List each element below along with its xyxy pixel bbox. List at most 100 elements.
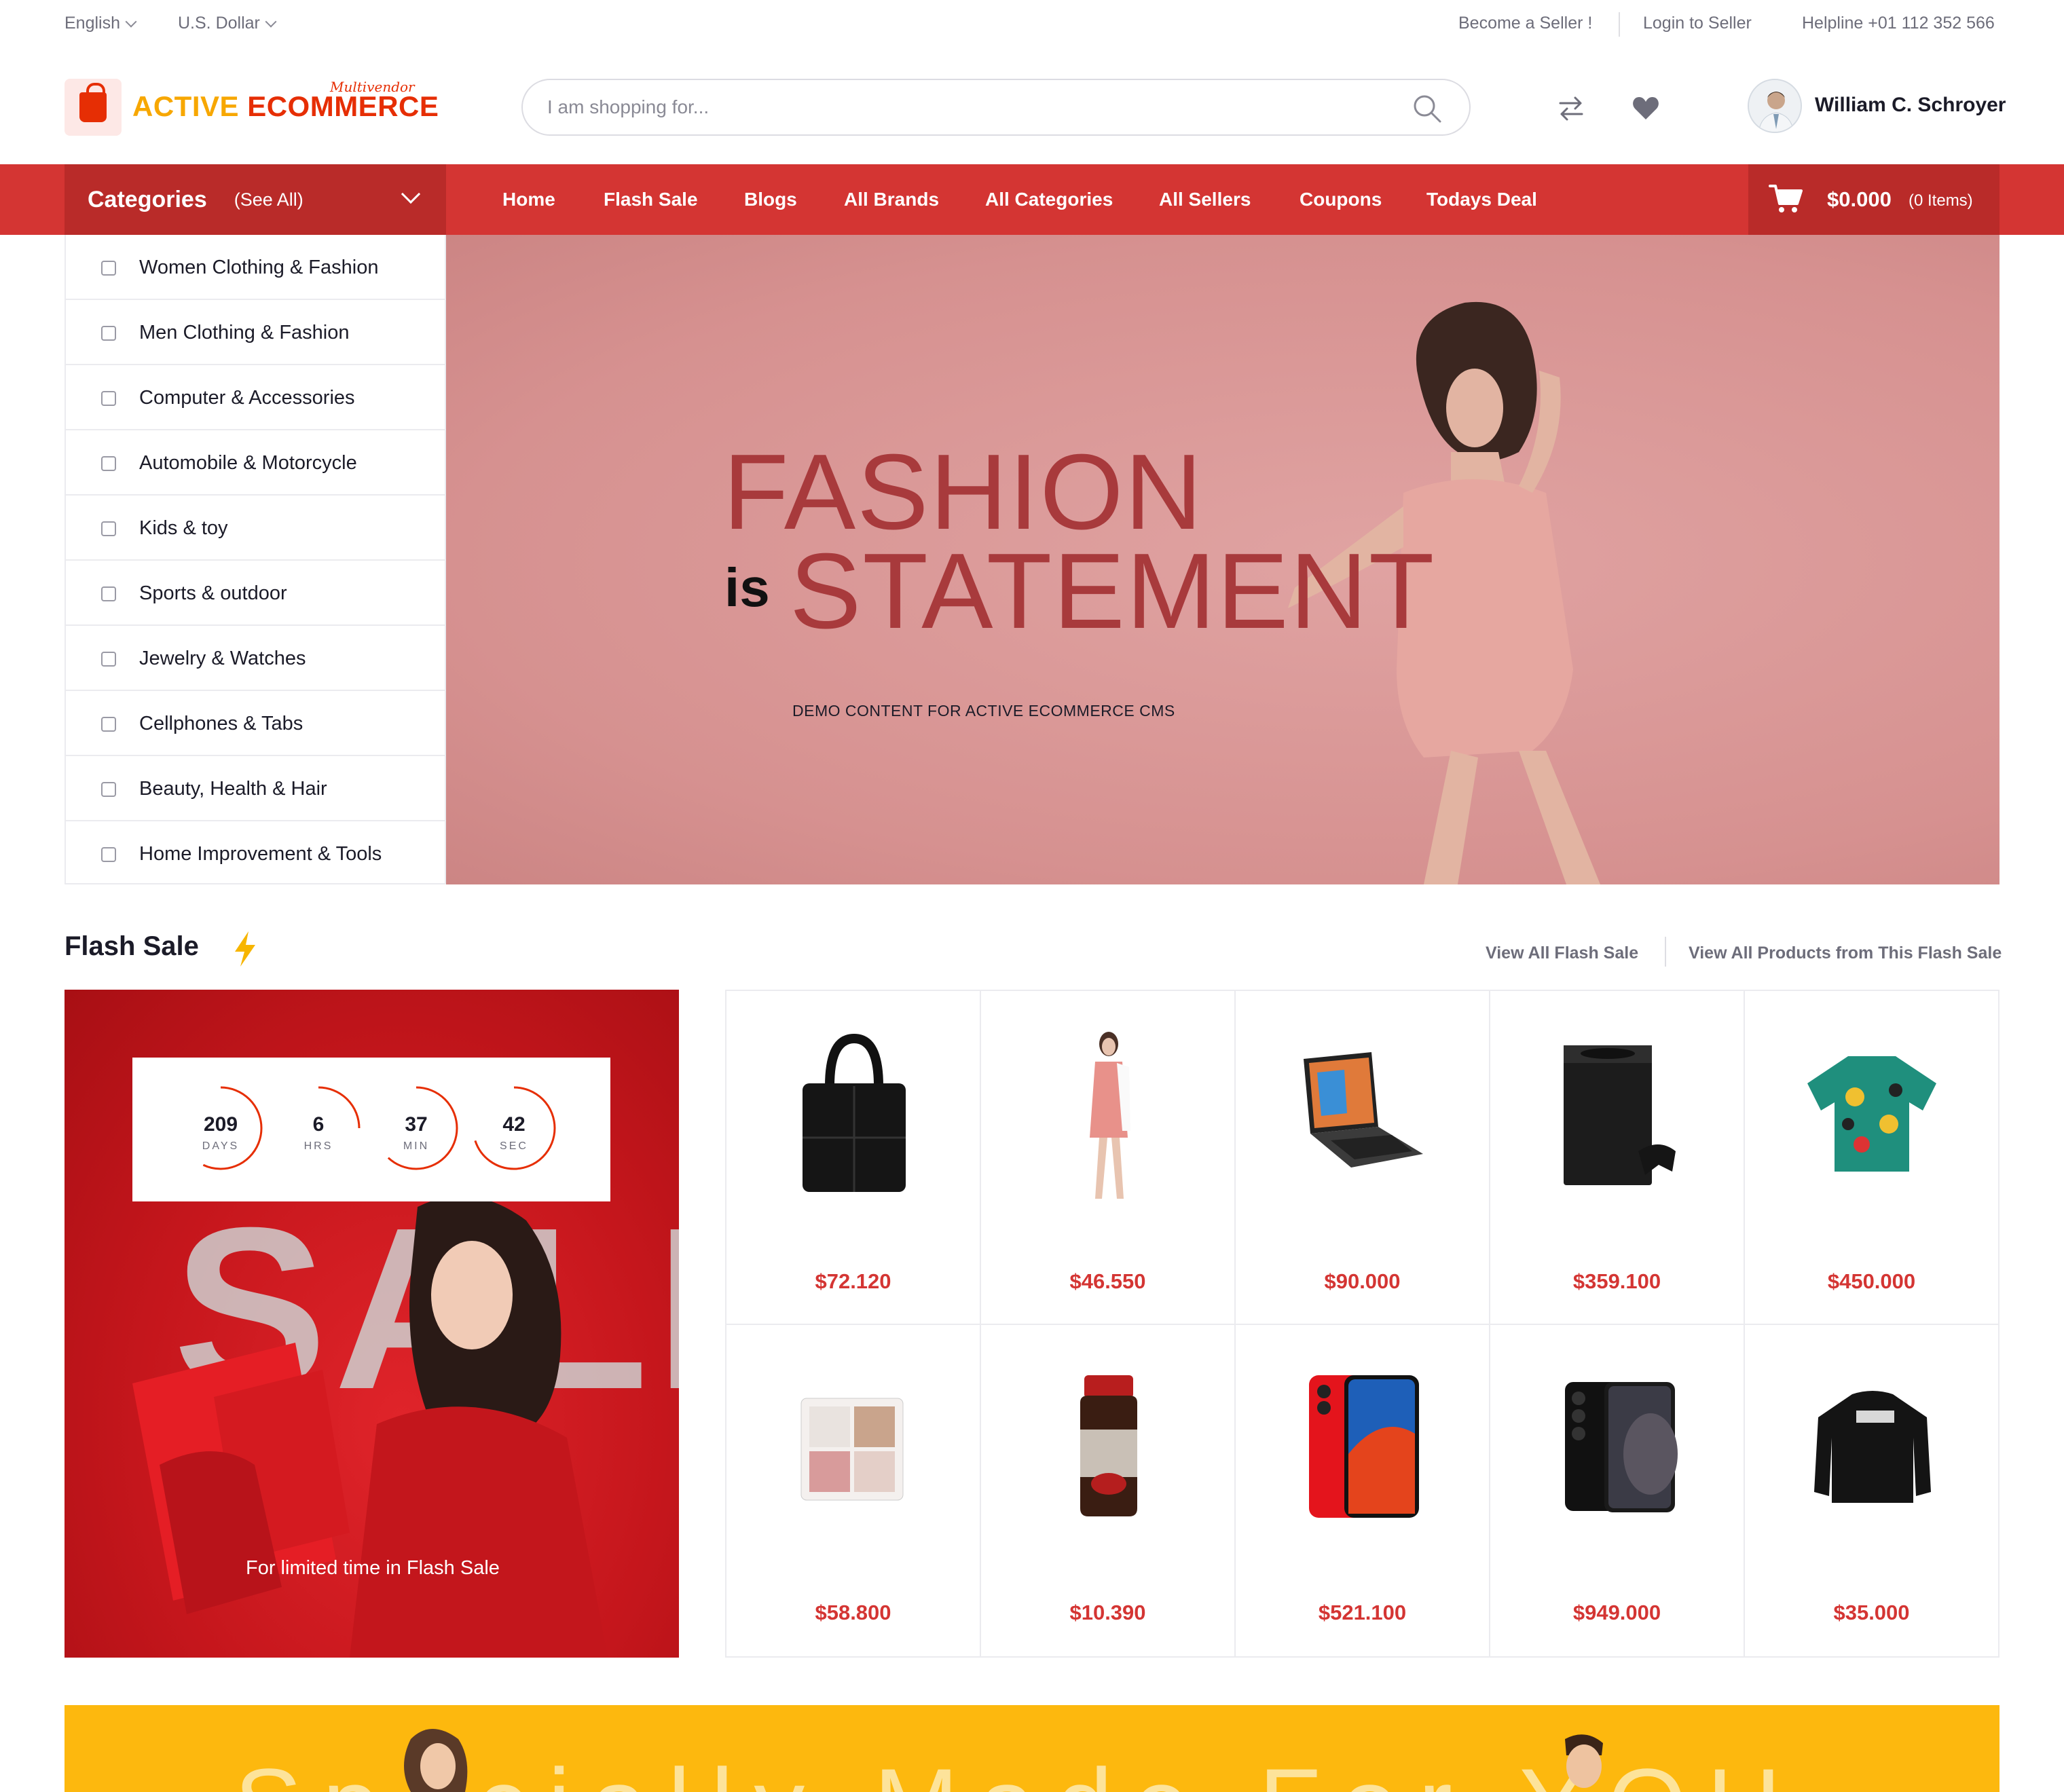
product-price: $58.800: [815, 1601, 891, 1624]
product-image-red-iphone: [1309, 1375, 1419, 1518]
logo-part-active: ACTIVE: [132, 90, 240, 122]
nav-link-all-brands[interactable]: All Brands: [844, 189, 939, 210]
category-label: Women Clothing & Fashion: [139, 257, 379, 278]
divider: [1665, 937, 1666, 967]
category-label: Sports & outdoor: [139, 582, 287, 604]
category-item-cellphones[interactable]: Cellphones & Tabs: [66, 691, 445, 756]
top-bar: English U.S. Dollar Become a Seller ! Lo…: [0, 0, 2064, 49]
product-card[interactable]: $35.000: [1745, 1325, 1998, 1656]
nav-link-all-sellers[interactable]: All Sellers: [1159, 189, 1251, 210]
product-card[interactable]: $10.390: [981, 1325, 1236, 1656]
logo-tagline: Multivendor: [330, 79, 415, 95]
product-card[interactable]: $58.800: [726, 1325, 981, 1656]
beauty-icon: [101, 782, 116, 797]
product-card[interactable]: $46.550: [981, 991, 1236, 1325]
chevron-down-icon: [125, 16, 137, 27]
category-item-beauty[interactable]: Beauty, Health & Hair: [66, 756, 445, 821]
countdown-value: 37: [405, 1113, 428, 1136]
heart-icon[interactable]: [1631, 94, 1661, 124]
nav-link-flash-sale[interactable]: Flash Sale: [604, 189, 698, 210]
language-selector[interactable]: English: [64, 14, 137, 33]
computer-icon: [101, 391, 116, 406]
flash-sale-title: Flash Sale: [64, 931, 199, 961]
category-item-sports[interactable]: Sports & outdoor: [66, 561, 445, 626]
category-label: Men Clothing & Fashion: [139, 322, 350, 343]
category-item-automobile[interactable]: Automobile & Motorcycle: [66, 430, 445, 496]
category-item-jewelry[interactable]: Jewelry & Watches: [66, 626, 445, 691]
nav-link-blogs[interactable]: Blogs: [744, 189, 797, 210]
currency-label: U.S. Dollar: [178, 14, 260, 33]
product-image-eyeshadow-palette: [800, 1398, 904, 1501]
login-seller-link[interactable]: Login to Seller: [1643, 14, 1752, 33]
watch-icon: [101, 652, 116, 667]
hero-title-line2: STATEMENT: [790, 531, 1436, 651]
product-card[interactable]: $949.000: [1490, 1325, 1745, 1656]
product-price: $521.100: [1318, 1601, 1407, 1624]
product-card[interactable]: $72.120: [726, 991, 981, 1325]
countdown-value: 209: [203, 1113, 238, 1136]
product-image-printed-shirt: [1807, 1056, 1936, 1172]
nav-link-coupons[interactable]: Coupons: [1300, 189, 1382, 210]
nav-link-todays-deal[interactable]: Todays Deal: [1426, 189, 1537, 210]
sale-model-image: [132, 1196, 608, 1658]
sports-icon: [101, 586, 116, 601]
become-seller-link[interactable]: Become a Seller !: [1458, 14, 1592, 33]
hero-title-line1: FASHION: [723, 432, 1204, 552]
product-price: $949.000: [1572, 1601, 1661, 1624]
product-card[interactable]: $521.100: [1236, 1325, 1490, 1656]
promo-banner[interactable]: Specially Made For YOU: [64, 1705, 2000, 1792]
see-all-link[interactable]: (See All): [234, 189, 303, 210]
category-item-home-improvement[interactable]: Home Improvement & Tools: [66, 821, 445, 886]
product-image-game-console: [1564, 1045, 1676, 1185]
countdown-label: SEC: [500, 1140, 528, 1152]
category-list: Women Clothing & Fashion Men Clothing & …: [64, 235, 446, 884]
dress-icon: [101, 261, 116, 276]
flash-sale-banner[interactable]: SALE 209 DAYS 6 HRS 37 MIN 42 SEC For li: [64, 990, 679, 1658]
avatar[interactable]: [1748, 79, 1802, 133]
toy-icon: [101, 521, 116, 536]
countdown-value: 6: [312, 1113, 325, 1136]
product-price: $46.550: [1069, 1269, 1146, 1293]
nav-link-all-categories[interactable]: All Categories: [985, 189, 1113, 210]
product-card[interactable]: $90.000: [1236, 991, 1490, 1325]
shirt-icon: [101, 326, 116, 341]
compare-icon[interactable]: [1556, 94, 1586, 124]
currency-selector[interactable]: U.S. Dollar: [178, 14, 277, 33]
product-price: $90.000: [1324, 1269, 1401, 1293]
logo-icon[interactable]: [64, 79, 122, 136]
product-card[interactable]: $359.100: [1490, 991, 1745, 1325]
categories-toggle[interactable]: Categories (See All): [64, 164, 446, 235]
cart-button[interactable]: $0.000 (0 Items): [1748, 164, 2000, 235]
countdown-value: 42: [502, 1113, 526, 1136]
category-item-men-clothing[interactable]: Men Clothing & Fashion: [66, 300, 445, 365]
category-item-kids-toy[interactable]: Kids & toy: [66, 496, 445, 561]
product-price: $359.100: [1572, 1269, 1661, 1293]
user-name[interactable]: William C. Schroyer: [1815, 94, 2006, 117]
flash-sale-caption: For limited time in Flash Sale: [246, 1557, 500, 1579]
search-input[interactable]: [547, 92, 1362, 122]
product-price: $10.390: [1069, 1601, 1146, 1624]
countdown-timer: 209 DAYS 6 HRS 37 MIN 42 SEC: [132, 1058, 610, 1201]
countdown-seconds: 42 SEC: [471, 1085, 557, 1172]
phone-icon: [101, 717, 116, 732]
product-image-coffee-jar: [1080, 1375, 1137, 1516]
category-label: Cellphones & Tabs: [139, 713, 303, 734]
nav-link-home[interactable]: Home: [502, 189, 555, 210]
category-item-women-clothing[interactable]: Women Clothing & Fashion: [66, 235, 445, 300]
product-image-pink-dress: [1090, 1032, 1130, 1199]
hero-banner[interactable]: FASHION is STATEMENT: [446, 235, 2000, 884]
chevron-down-icon: [401, 184, 421, 204]
divider: [1619, 12, 1620, 37]
category-label: Computer & Accessories: [139, 387, 355, 409]
product-image-black-smartphone: [1565, 1382, 1678, 1512]
view-flash-sale-products-link[interactable]: View All Products from This Flash Sale: [1689, 944, 2002, 963]
category-label: Home Improvement & Tools: [139, 843, 382, 865]
search-icon[interactable]: [1412, 94, 1442, 124]
hero-title-is: is: [724, 557, 770, 618]
product-card[interactable]: $450.000: [1745, 991, 1998, 1325]
logo-text[interactable]: ACTIVE ECOMMERCE: [132, 90, 439, 123]
category-item-computer[interactable]: Computer & Accessories: [66, 365, 445, 430]
promo-model-woman-image: [404, 1729, 468, 1792]
view-all-flash-sale-link[interactable]: View All Flash Sale: [1486, 944, 1638, 963]
categories-title: Categories: [88, 186, 207, 212]
